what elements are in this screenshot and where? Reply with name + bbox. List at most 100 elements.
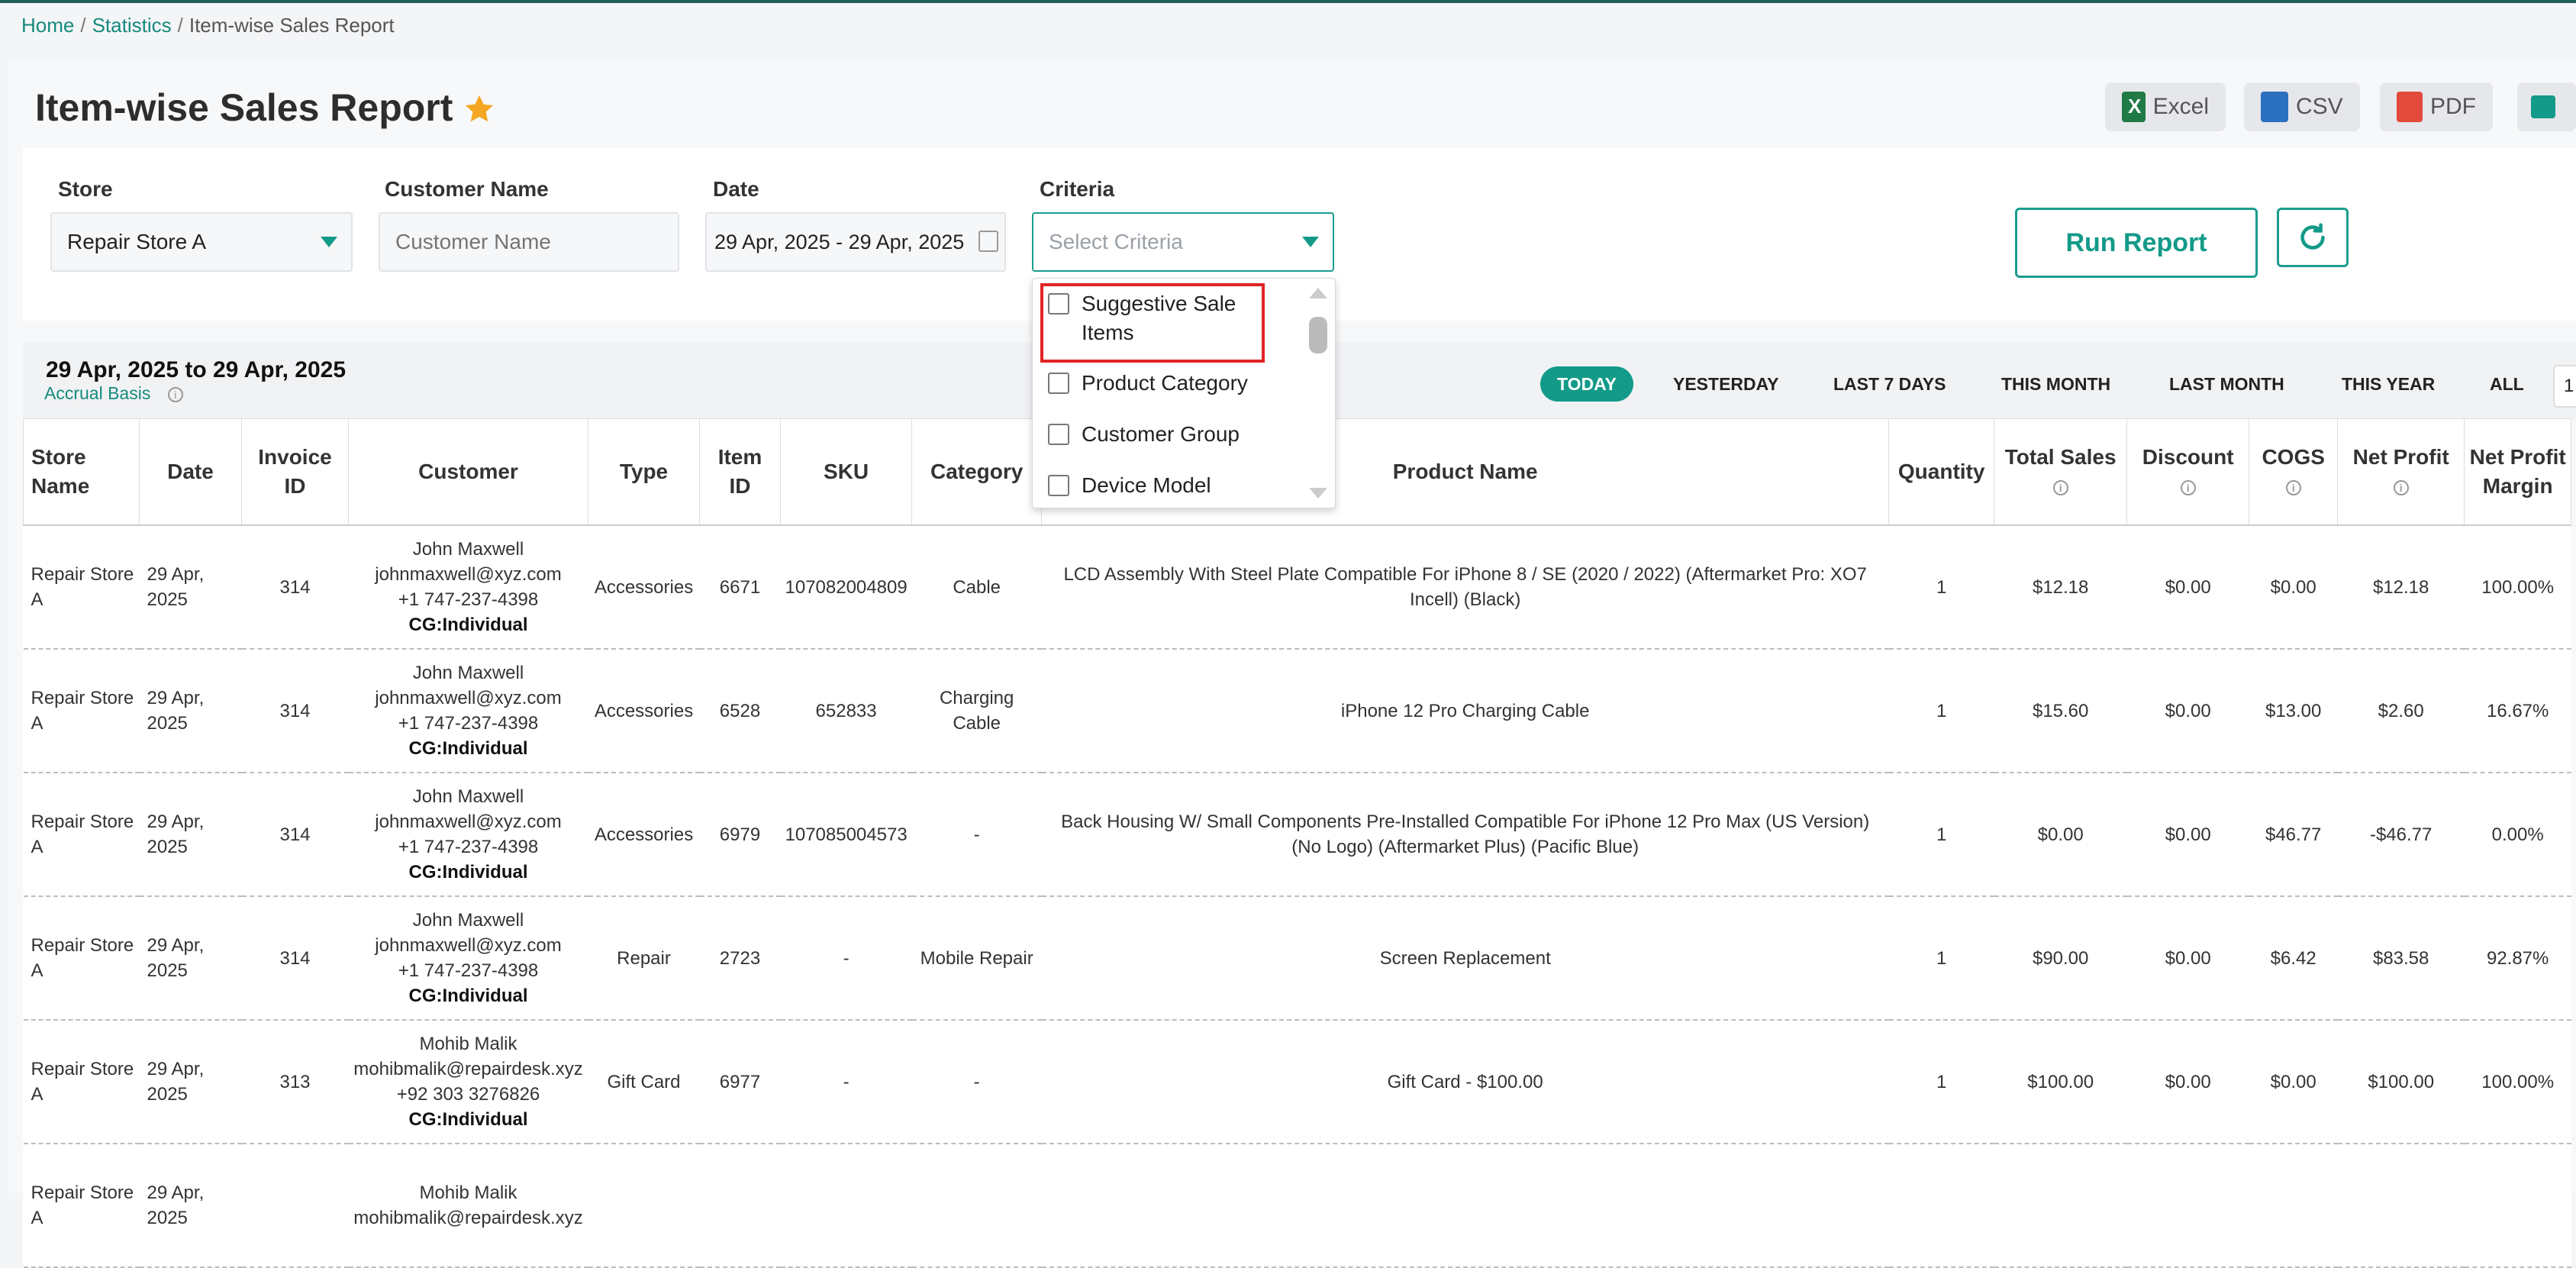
page-size-select[interactable]: 1 [2553,365,2576,408]
customer-group: CG:Individual [408,1109,528,1130]
col-net-profit-margin[interactable]: Net Profit Margin [2464,418,2572,526]
cell-cogs: $13.00 [2249,649,2338,773]
col-cogs[interactable]: COGS i [2249,418,2339,526]
cell-discount [2126,1144,2249,1268]
cell-invoice: 313 [241,1020,349,1144]
col-type[interactable]: Type [588,418,700,526]
cell-profit: $12.18 [2337,525,2465,650]
col-quantity[interactable]: Quantity [1888,418,1995,526]
cell-category: Cable [911,525,1042,650]
breadcrumb-home-link[interactable]: Home [21,14,74,37]
store-select[interactable]: Repair Store A [50,212,353,272]
cell-margin: 16.67% [2464,649,2571,773]
cell-category: Mobile Repair [911,896,1042,1021]
cell-date: 29 Apr, 2025 [139,649,242,773]
checkbox[interactable] [1048,424,1069,445]
criteria-option-customer-group[interactable]: Customer Group [1048,420,1240,449]
col-net-profit-label: Net Profit [2352,445,2449,469]
cell-invoice: 314 [241,773,349,897]
checkbox[interactable] [1048,475,1069,496]
cell-margin: 92.87% [2464,896,2571,1021]
breadcrumb-separator: / [80,14,86,37]
criteria-option-suggestive-sale-items[interactable]: Suggestive Sale Items [1048,289,1239,347]
info-icon[interactable]: i [167,386,183,402]
cell-item-id [699,1144,781,1268]
cell-margin [2464,1144,2571,1268]
table-row: Repair Store A 29 Apr, 2025 314 John Maxwel… [23,773,2571,897]
export-pdf-button[interactable]: PDF [2380,82,2493,131]
col-net-profit[interactable]: Net Profit i [2337,418,2465,526]
info-icon[interactable]: i [2393,479,2409,495]
period-this-month[interactable]: THIS MONTH [2001,366,2110,402]
cell-store: Repair Store A [23,773,140,897]
scroll-down-icon[interactable] [1309,488,1327,498]
cell-customer: Mohib Malik mohibmalik@repairdesk.xyz +92 … [348,1020,588,1144]
period-today[interactable]: TODAY [1540,366,1633,402]
col-date[interactable]: Date [139,418,242,526]
col-discount[interactable]: Discount i [2126,418,2250,526]
period-yesterday[interactable]: YESTERDAY [1673,366,1778,402]
cell-store: Repair Store A [23,1144,140,1268]
cell-profit: -$46.77 [2337,773,2465,897]
cell-date: 29 Apr, 2025 [139,1020,242,1144]
scrollbar-thumb[interactable] [1309,317,1327,353]
cell-date: 29 Apr, 2025 [139,896,242,1021]
export-csv-button[interactable]: CSV [2244,82,2360,131]
customer-name-input[interactable] [379,212,679,272]
col-category[interactable]: Category [911,418,1043,526]
cell-discount: $0.00 [2126,649,2249,773]
checkbox[interactable] [1048,373,1069,394]
cell-product: iPhone 12 Pro Charging Cable [1041,649,1889,773]
table-row: Repair Store A 29 Apr, 2025 314 John Maxwel… [23,525,2571,650]
period-this-year[interactable]: THIS YEAR [2342,366,2435,402]
cell-qty: 1 [1888,1020,1994,1144]
cell-invoice: 314 [241,896,349,1021]
cell-sku: 107085004573 [780,773,912,897]
col-cogs-label: COGS [2262,445,2325,469]
scroll-up-icon[interactable] [1309,288,1327,298]
table-row: Repair Store A 29 Apr, 2025 314 John Maxwel… [23,896,2571,1021]
customer-name: John Maxwell [412,786,524,807]
breadcrumb-statistics-link[interactable]: Statistics [92,14,172,37]
breadcrumb: Home / Statistics / Item-wise Sales Report [21,14,395,37]
period-all[interactable]: ALL [2490,366,2524,402]
export-csv-label: CSV [2296,94,2343,119]
accrual-basis-link[interactable]: Accrual Basis i [44,383,183,404]
favorite-star-icon[interactable] [462,92,497,127]
customer-phone: +92 303 3276826 [396,1084,540,1105]
col-item-id[interactable]: Item ID [699,418,781,526]
customer-email: johnmaxwell@xyz.com [375,564,562,585]
info-icon[interactable]: i [2052,479,2068,495]
col-total-sales[interactable]: Total Sales i [1994,418,2128,526]
col-customer[interactable]: Customer [348,418,588,526]
refresh-button[interactable] [2277,208,2349,267]
customer-name: Mohib Malik [419,1034,517,1054]
cell-type: Accessories [588,525,700,650]
run-report-button[interactable]: Run Report [2015,208,2258,278]
print-button[interactable] [2517,82,2576,131]
cell-discount: $0.00 [2126,525,2249,650]
info-icon[interactable]: i [2285,479,2301,495]
date-range-input[interactable]: 29 Apr, 2025 - 29 Apr, 2025 [705,212,1006,272]
criteria-select[interactable]: Select Criteria [1032,212,1334,272]
export-excel-button[interactable]: X Excel [2105,82,2226,131]
calendar-icon[interactable] [978,231,998,252]
period-last-month[interactable]: LAST MONTH [2169,366,2284,402]
customer-email: mohibmalik@repairdesk.xyz [353,1059,583,1079]
excel-icon: X [2122,92,2146,122]
col-sku[interactable]: SKU [779,418,913,526]
chevron-down-icon [321,237,337,247]
col-invoice-id[interactable]: Invoice ID [241,418,349,526]
export-excel-label: Excel [2152,94,2209,119]
cell-category: - [911,773,1042,897]
period-last-7-days[interactable]: LAST 7 DAYS [1833,366,1946,402]
criteria-option-product-category[interactable]: Product Category [1048,369,1248,398]
col-store-name[interactable]: Store Name [23,418,140,526]
customer-group: CG:Individual [408,986,528,1006]
info-icon[interactable]: i [2180,479,2196,495]
criteria-option-device-model[interactable]: Device Model [1048,471,1211,500]
cell-item-id: 6979 [699,773,781,897]
checkbox[interactable] [1048,293,1069,315]
top-accent-line [0,0,2576,3]
customer-group: CG:Individual [408,615,528,635]
